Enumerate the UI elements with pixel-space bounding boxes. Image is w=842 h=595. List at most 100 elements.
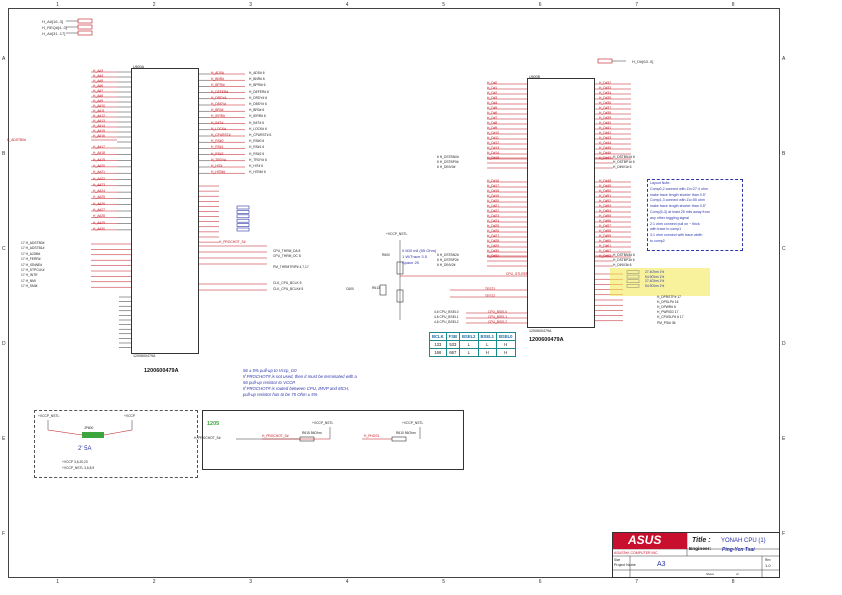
- prochot-block-tag: 1205: [207, 421, 220, 427]
- data-net: H_D#25: [487, 224, 500, 228]
- misc-net: 17 H_SMI#: [21, 284, 38, 289]
- bsel-cell: 166: [429, 348, 447, 357]
- cpu-left-part-small: 1200600479A: [133, 354, 156, 358]
- control-net: H_INIT#: [211, 120, 224, 125]
- bsel-net: 4,6 CPU_BSEL0: [434, 310, 459, 314]
- comp-resistor-value: 27.4Ohm 1%: [645, 270, 665, 274]
- address-net: H_A#10: [93, 104, 105, 108]
- address-net: H_A#17: [93, 145, 105, 149]
- data-net: H_D#26: [487, 229, 500, 233]
- address-net: H_A#28: [93, 214, 105, 219]
- data-net: H_D#18: [487, 189, 500, 193]
- data-net: H_D#22: [487, 209, 500, 213]
- jumper-note: 2' 5A: [78, 446, 92, 452]
- bsel-net: 4,6 CPU_BSEL1: [434, 315, 459, 319]
- address-net: H_A#27: [93, 208, 105, 212]
- data-net: H_D#20: [487, 199, 500, 203]
- address-net: H_A#11: [93, 109, 105, 113]
- strobe-net: 6 H_DSTBP0#: [437, 160, 459, 164]
- company-name: ASUSTeK COMPUTER INC.: [614, 551, 659, 555]
- data-net: H_D#1: [487, 86, 498, 90]
- data-net: H_D#34: [599, 91, 612, 95]
- schematic-sheet: 1122334455667788AABBCCDDEEFFA[3]#H_A#3A[…: [0, 0, 842, 595]
- data-net: H_D#40: [599, 121, 612, 125]
- ruler-top-mark: 6: [538, 2, 542, 8]
- resistor-label: R600: [382, 253, 390, 257]
- ruler-bottom-mark: 5: [442, 579, 446, 585]
- cpu-right-part-small: 1200600479A: [529, 329, 552, 333]
- address-net: H_A#3: [93, 69, 104, 73]
- sheet-size: A3: [657, 561, 666, 568]
- control-net-ref: H_INIT# 6: [249, 120, 265, 125]
- thermal-net: H_PROCHOT_S#: [219, 240, 246, 244]
- size-label: Size: [614, 558, 621, 562]
- data-net: H_D#53: [599, 204, 612, 208]
- address-net: H_A#22: [93, 176, 105, 181]
- data-net: H_D#14: [487, 151, 500, 155]
- layout-note: Layout Note: Comp0,2 connect with Zo=27.4…: [650, 181, 710, 245]
- sheet-label: Sheet: [706, 572, 714, 576]
- prochot-note: 56 ± 5% pull-up to Vccp_G0 If PROCHOT# is…: [243, 368, 357, 398]
- thermal-net: CPU_THRM_DA 8: [273, 249, 301, 253]
- prochot-block-box: [202, 410, 464, 470]
- data-net: H_D#0: [487, 81, 498, 85]
- data-net: H_D#63: [599, 254, 612, 258]
- bus-net-addr-high: H_A#[31..17]: [42, 31, 66, 36]
- control-net-ref: H_RS#1 6: [249, 145, 265, 150]
- thermal-net: CPU_THRM_DC 8: [273, 254, 301, 258]
- data-net: H_D#59: [599, 234, 612, 238]
- data-net: H_D#35: [599, 96, 612, 100]
- data-net: H_D#42: [599, 131, 612, 135]
- data-net: H_D#41: [599, 126, 612, 130]
- data-net: H_D#49: [599, 184, 612, 188]
- ruler-top-mark: 5: [442, 2, 446, 8]
- data-net: H_D#24: [487, 219, 500, 223]
- strobe-net: 6 H_DINV0#: [437, 165, 456, 169]
- control-net-ref: H_RS#2 6: [249, 151, 265, 156]
- bsel-cell: 533: [445, 340, 461, 349]
- data-net: H_D#11: [487, 136, 499, 140]
- control-net: H_DEFER#: [211, 89, 229, 94]
- itp-resistor: [236, 210, 250, 214]
- ruler-top-mark: 8: [731, 2, 735, 8]
- ruler-top-mark: 2: [152, 2, 156, 8]
- engineer-name: Ping-Yen Tsai: [722, 547, 755, 553]
- ruler-top-mark: 4: [345, 2, 349, 8]
- misc-net: H_DPWR# 6: [657, 305, 676, 310]
- cpu-right-part: 1200600479A: [529, 337, 564, 343]
- bus-connector: [597, 58, 613, 64]
- bsel-cell: 667: [445, 348, 461, 357]
- data-net: H_D#37: [599, 106, 612, 110]
- data-net: H_D#32: [599, 81, 612, 85]
- data-net: H_D#45: [599, 146, 612, 150]
- misc-net: 17 H_ADSTB0#: [21, 241, 45, 245]
- address-net: H_A#24: [93, 189, 105, 194]
- cpu-right-ref: U600B: [529, 75, 540, 79]
- itp-resistor: [236, 214, 250, 219]
- control-net-ref: H_RS#0 6: [249, 139, 265, 144]
- address-net: H_A#5: [93, 79, 104, 83]
- wiring-layer: [47, 18, 780, 578]
- strobe-net: H_DSTBP3# 6: [613, 258, 635, 262]
- data-net: H_D#21: [487, 204, 500, 208]
- ruler-side-mark: D: [2, 340, 6, 347]
- bsel-table-row: 166 667 L H H: [429, 348, 516, 357]
- bsel-header-cell: BSEL0: [496, 332, 516, 341]
- control-net-ref: H_BNR# 6: [249, 77, 265, 82]
- control-net: H_DBSY#: [211, 102, 227, 106]
- clock-net: CLK_CPU_BCLK# 5: [273, 287, 304, 291]
- itp-resistor: [236, 205, 250, 210]
- comp-resistor-value: 54.9Ohm 1%: [645, 274, 665, 279]
- control-net: H_ADS#: [211, 71, 224, 75]
- data-net: H_D#4: [487, 101, 498, 105]
- address-net: H_A#9: [93, 99, 104, 103]
- jumper-block-box: [34, 410, 198, 478]
- address-net: H_A#7: [93, 89, 104, 93]
- bsel-table: BCLK FSB BSEL2 BSEL1 BSEL0 133 533 L L H…: [429, 332, 516, 357]
- cpu-left-part: 1200600479A: [144, 368, 179, 374]
- jumper-net-vccp: +VCCP 3,6,20,23: [62, 460, 88, 464]
- data-net: H_D#54: [599, 209, 612, 213]
- itp-resistor: [236, 227, 250, 232]
- address-net: H_A#18: [93, 151, 105, 156]
- data-net: H_D#39: [599, 116, 612, 120]
